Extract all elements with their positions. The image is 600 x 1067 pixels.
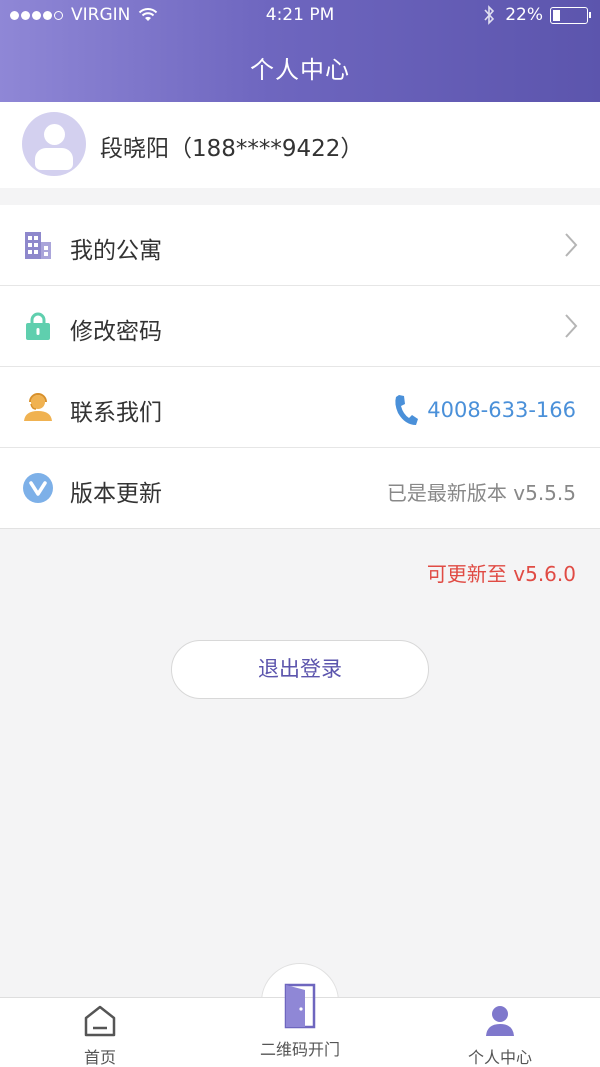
logout-button[interactable]: 退出登录 xyxy=(171,640,429,699)
update-available-text[interactable]: 可更新至 v5.6.0 xyxy=(427,558,576,587)
person-icon xyxy=(486,1006,514,1036)
menu-item-label: 联系我们 xyxy=(70,400,162,426)
version-icon xyxy=(23,473,53,503)
bluetooth-icon xyxy=(484,5,495,25)
phone-icon xyxy=(395,395,419,425)
menu-item-label: 修改密码 xyxy=(70,319,162,345)
battery-icon xyxy=(550,6,591,24)
status-bar: VIRGIN 4:21 PM 22% xyxy=(0,0,600,32)
home-icon xyxy=(84,1005,116,1037)
top-header: VIRGIN 4:21 PM 22% 个人中心 xyxy=(0,0,600,102)
tab-label: 首页 xyxy=(83,1048,116,1067)
tab-qr-door[interactable]: 二维码开门 xyxy=(240,982,360,1060)
tab-label: 个人中心 xyxy=(467,1048,532,1067)
menu-item-label: 版本更新 xyxy=(70,481,162,507)
profile-name: 段晓阳（188****9422） xyxy=(100,136,364,162)
menu-item-contact-us[interactable]: 联系我们 4008-633-166 xyxy=(0,367,600,448)
chevron-right-icon xyxy=(565,233,578,257)
building-icon xyxy=(25,232,51,259)
tab-profile[interactable]: 个人中心 xyxy=(450,1004,550,1067)
menu-item-change-password[interactable]: 修改密码 xyxy=(0,286,600,367)
lock-icon xyxy=(26,312,50,340)
battery-percent: 22% xyxy=(505,5,543,25)
contact-phone-number[interactable]: 4008-633-166 xyxy=(427,398,576,422)
settings-menu: 我的公寓 修改密码 联系我们 4008-633-166 版本更新 已是最新版本 … xyxy=(0,205,600,529)
current-version-text: 已是最新版本 v5.5.5 xyxy=(386,481,576,505)
door-icon xyxy=(284,983,316,1029)
tab-home[interactable]: 首页 xyxy=(60,1004,140,1067)
page-title: 个人中心 xyxy=(250,56,350,84)
chevron-right-icon xyxy=(565,314,578,338)
menu-item-my-apartment[interactable]: 我的公寓 xyxy=(0,205,600,286)
profile-card[interactable]: 段晓阳（188****9422） xyxy=(0,102,600,188)
contact-phone[interactable]: 4008-633-166 xyxy=(393,393,576,427)
menu-item-label: 我的公寓 xyxy=(70,238,162,264)
avatar[interactable] xyxy=(22,112,86,176)
menu-item-version-update[interactable]: 版本更新 已是最新版本 v5.5.5 xyxy=(0,448,600,529)
customer-service-icon xyxy=(24,393,52,421)
tab-label: 二维码开门 xyxy=(259,1040,340,1059)
